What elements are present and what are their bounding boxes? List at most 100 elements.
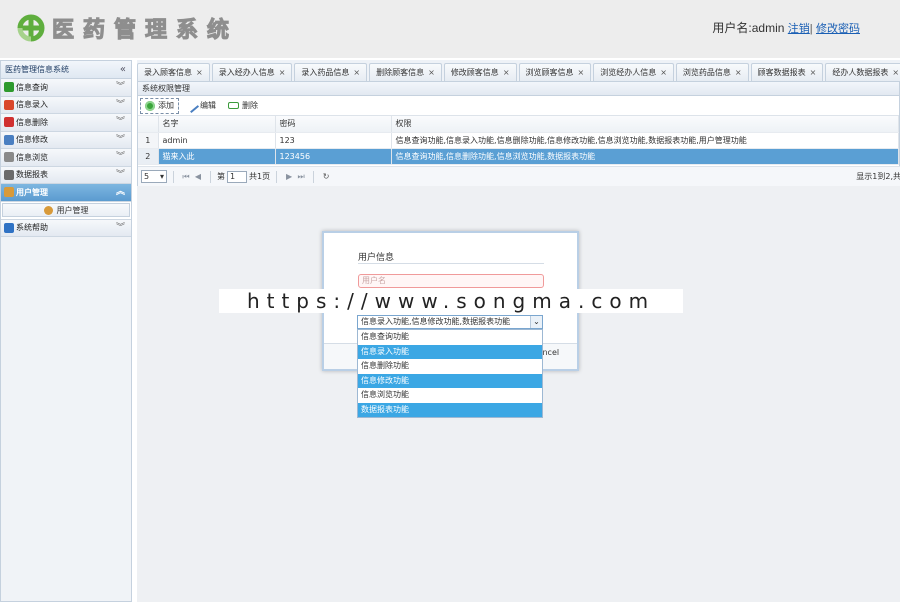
change-password-link[interactable]: 修改密码 [816,23,860,35]
table-row[interactable]: 1admin123信息查询功能,信息录入功能,信息删除功能,信息修改功能,信息浏… [138,132,899,148]
watermark: https://www.songma.com [219,289,683,313]
permission-combobox[interactable]: 信息录入功能,信息修改功能,数据报表功能 ⌄ [357,315,543,329]
close-icon[interactable]: × [196,68,203,77]
cell-password: 123456 [275,148,391,164]
column-header-permission[interactable]: 权限 [391,116,899,132]
page-number-input[interactable]: 1 [227,171,247,183]
logout-link[interactable]: 注销 [788,23,810,35]
medical-cross-logo-icon [16,13,46,43]
sidebar-section[interactable]: 数据报表 ︾ [1,167,131,185]
next-page-icon[interactable]: ▶ [283,172,295,181]
app-header: 医药管理系统 用户名:admin 注销| 修改密码 [0,0,900,58]
dropdown-option[interactable]: 信息浏览功能 [358,388,542,403]
close-icon[interactable]: × [353,68,360,77]
refresh-icon[interactable]: ↻ [320,172,332,181]
first-page-icon[interactable]: ⏮ [180,172,192,182]
tab[interactable]: 删除顾客信息× [369,63,442,82]
dialog-title: 用户信息 [358,250,394,263]
record-icon [4,100,14,110]
sidebar-item-user-management[interactable]: 用户管理 [2,203,130,217]
combobox-value: 信息录入功能,信息修改功能,数据报表功能 [361,317,510,326]
close-icon[interactable]: × [578,68,585,77]
tab[interactable]: 经办人数据报表× [825,63,900,82]
sidebar-section[interactable]: 信息删除︾ [1,114,131,132]
chevron-down-icon[interactable]: ︾ [116,132,125,149]
cell-password: 123 [275,132,391,148]
printer-icon [4,170,14,180]
sidebar-section[interactable]: 信息录入︾ [1,97,131,115]
chevron-up-icon[interactable]: ︽ [116,184,125,201]
pencil-icon [4,135,14,145]
sidebar-section[interactable]: 信息查询︾ [1,79,131,97]
close-icon[interactable]: × [810,68,817,77]
tab[interactable]: 浏览药品信息× [676,63,749,82]
permission-grid: 系统权限管理 添加 编辑 删除 名字 密码 权限 [137,82,900,186]
dialog-divider [358,263,544,264]
tab[interactable]: 录入药品信息× [294,63,367,82]
sidebar-section-label: 数据报表 [16,166,48,183]
last-page-icon[interactable]: ⏭ [295,172,307,182]
dropdown-option[interactable]: 信息录入功能 [358,345,542,360]
row-number-header [138,116,158,132]
page-prefix: 第 [217,171,225,182]
close-icon[interactable]: × [660,68,667,77]
table-row[interactable]: 2猫来入此123456信息查询功能,信息删除功能,信息浏览功能,数据报表功能 [138,148,899,164]
add-button[interactable]: 添加 [140,98,179,114]
sidebar-section[interactable]: 用户管理︽ [1,184,131,202]
add-button-label: 添加 [158,100,174,111]
chevron-down-icon[interactable]: ︾ [116,167,125,184]
pager-divider [276,171,277,183]
tab-label: 修改顾客信息 [451,68,499,77]
chevron-down-icon[interactable]: ⌄ [530,316,542,328]
table-body: 1admin123信息查询功能,信息录入功能,信息删除功能,信息修改功能,信息浏… [138,132,899,164]
sidebar-title-text: 医药管理信息系统 [5,65,69,74]
column-header-name[interactable]: 名字 [158,116,275,132]
tab[interactable]: 录入顾客信息× [137,63,210,82]
tab[interactable]: 修改顾客信息 × [444,63,517,82]
username-input[interactable]: 用户名 [358,274,544,288]
dropdown-option[interactable]: 信息删除功能 [358,359,542,374]
app-logo: 医药管理系统 [16,12,238,44]
tab-label: 浏览顾客信息 [526,68,574,77]
dropdown-option[interactable]: 信息修改功能 [358,374,542,389]
prev-page-icon[interactable]: ◀ [192,172,204,181]
chevron-down-icon[interactable]: ︾ [116,149,125,166]
pager-divider [173,171,174,183]
chevron-down-icon[interactable]: ︾ [116,79,125,96]
collapse-sidebar-icon[interactable]: « [120,61,126,79]
chevron-down-icon[interactable]: ︾ [116,220,125,237]
sidebar-item-label: 用户管理 [57,205,89,216]
tab[interactable]: 录入经办人信息 × [212,63,293,82]
tab[interactable]: 顾客数据报表× [751,63,824,82]
delete-button[interactable]: 删除 [224,98,262,114]
tab[interactable]: 浏览经办人信息× [593,63,674,82]
sidebar-section-body: 用户管理 [1,202,131,220]
dropdown-option[interactable]: 信息查询功能 [358,330,542,345]
chevron-down-icon[interactable]: ︾ [116,97,125,114]
row-number: 2 [138,148,158,164]
edit-button-label: 编辑 [200,100,216,111]
tab-label: 录入经办人信息 [219,68,275,77]
close-icon[interactable]: × [503,68,510,77]
close-icon[interactable]: × [428,68,435,77]
close-icon[interactable]: × [279,68,286,77]
sidebar-section[interactable]: 信息修改︾ [1,132,131,150]
chevron-down-icon[interactable]: ︾ [116,114,125,131]
sidebar-section[interactable]: 信息浏览 ︾ [1,149,131,167]
link-separator: | [810,23,813,35]
cell-name: admin [158,132,275,148]
permission-dropdown-list: 信息查询功能信息录入功能信息删除功能信息修改功能信息浏览功能数据报表功能 [357,329,543,418]
users-icon [44,206,53,215]
permission-table: 名字 密码 权限 1admin123信息查询功能,信息录入功能,信息删除功能,信… [138,116,899,165]
column-header-password[interactable]: 密码 [275,116,391,132]
close-icon[interactable]: × [892,68,899,77]
sidebar-section-label: 信息浏览 [16,149,48,166]
close-icon[interactable]: × [735,68,742,77]
cell-permission: 信息查询功能,信息录入功能,信息删除功能,信息修改功能,信息浏览功能,数据报表功… [391,132,899,148]
edit-button[interactable]: 编辑 [183,98,220,114]
pagination-bar: 5 ▾ ⏮ ◀ 第 1 共1页 ▶ ⏭ ↻ 显示1到2,共 [138,166,900,186]
sidebar-section[interactable]: 系统帮助︾ [1,220,131,238]
page-size-select[interactable]: 5 ▾ [141,170,167,183]
tab[interactable]: 浏览顾客信息 × [519,63,592,82]
dropdown-option[interactable]: 数据报表功能 [358,403,542,418]
